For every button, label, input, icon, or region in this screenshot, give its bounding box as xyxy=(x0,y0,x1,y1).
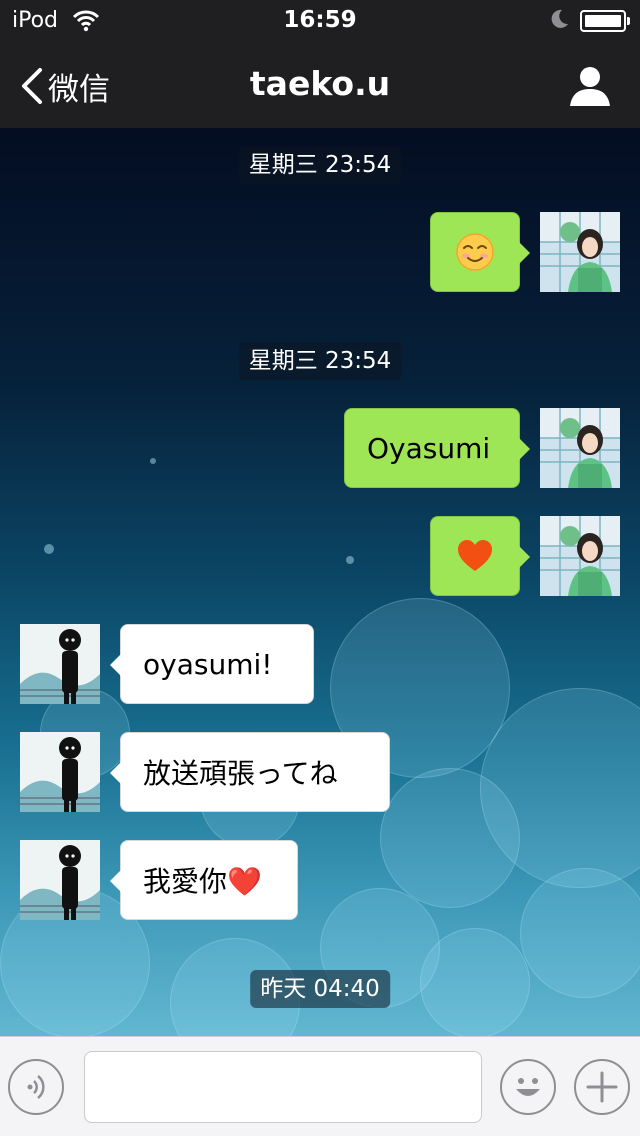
status-bar: iPod 16:59 xyxy=(0,0,640,44)
my-avatar[interactable] xyxy=(540,212,620,292)
anime-girl-avatar-icon xyxy=(540,516,620,596)
bokeh-circle xyxy=(380,768,520,908)
silhouette-figure-avatar-icon xyxy=(20,840,100,920)
heart-emoji-icon xyxy=(458,540,492,571)
bokeh-circle xyxy=(520,868,640,998)
message-text: Oyasumi xyxy=(367,431,491,465)
outgoing-message[interactable] xyxy=(430,212,530,292)
emoji-button[interactable] xyxy=(500,1059,556,1115)
voice-icon xyxy=(27,1075,45,1099)
my-avatar[interactable] xyxy=(540,408,620,488)
more-button[interactable] xyxy=(574,1059,630,1115)
outgoing-message[interactable] xyxy=(430,516,530,596)
incoming-message[interactable]: oyasumi! xyxy=(110,624,314,704)
message-text: 我愛你❤️ xyxy=(143,865,262,898)
chat-title: taeko.u xyxy=(249,64,391,103)
chat-area[interactable]: 星期三 23:54 星期三 23:54 Oyasumi oyasumi! 放送頑… xyxy=(0,128,640,1036)
contact-avatar[interactable] xyxy=(20,732,100,812)
timestamp: 星期三 23:54 xyxy=(238,342,402,380)
timestamp: 昨天 04:40 xyxy=(250,970,390,1008)
incoming-message[interactable]: 放送頑張ってね xyxy=(110,732,390,812)
smiling-face-emoji-icon xyxy=(456,233,494,271)
profile-icon[interactable] xyxy=(566,64,614,108)
bokeh-dot xyxy=(44,544,54,554)
bokeh-circle xyxy=(420,928,530,1036)
bokeh-dot xyxy=(150,458,156,464)
back-label: 微信 xyxy=(48,71,110,108)
plus-icon xyxy=(586,1071,618,1103)
message-text: oyasumi! xyxy=(143,647,273,681)
clock: 16:59 xyxy=(283,7,357,33)
silhouette-figure-avatar-icon xyxy=(20,624,100,704)
bokeh-dot xyxy=(346,556,354,564)
incoming-message[interactable]: 我愛你❤️ xyxy=(110,840,298,920)
my-avatar[interactable] xyxy=(540,516,620,596)
input-bar xyxy=(0,1036,640,1136)
anime-girl-avatar-icon xyxy=(540,212,620,292)
timestamp: 星期三 23:54 xyxy=(238,146,402,184)
contact-avatar[interactable] xyxy=(20,840,100,920)
smiley-face-icon xyxy=(516,1078,540,1096)
back-button[interactable]: 微信 xyxy=(18,64,110,108)
silhouette-figure-avatar-icon xyxy=(20,732,100,812)
battery-icon xyxy=(580,10,630,32)
anime-girl-avatar-icon xyxy=(540,408,620,488)
message-text: 放送頑張ってね xyxy=(143,757,338,790)
nav-bar: 微信 taeko.u xyxy=(0,44,640,128)
chevron-left-icon xyxy=(22,68,42,104)
contact-avatar[interactable] xyxy=(20,624,100,704)
message-input[interactable] xyxy=(84,1051,482,1123)
voice-button[interactable] xyxy=(8,1059,64,1115)
moon-icon xyxy=(551,9,568,28)
outgoing-message[interactable]: Oyasumi xyxy=(344,408,530,488)
